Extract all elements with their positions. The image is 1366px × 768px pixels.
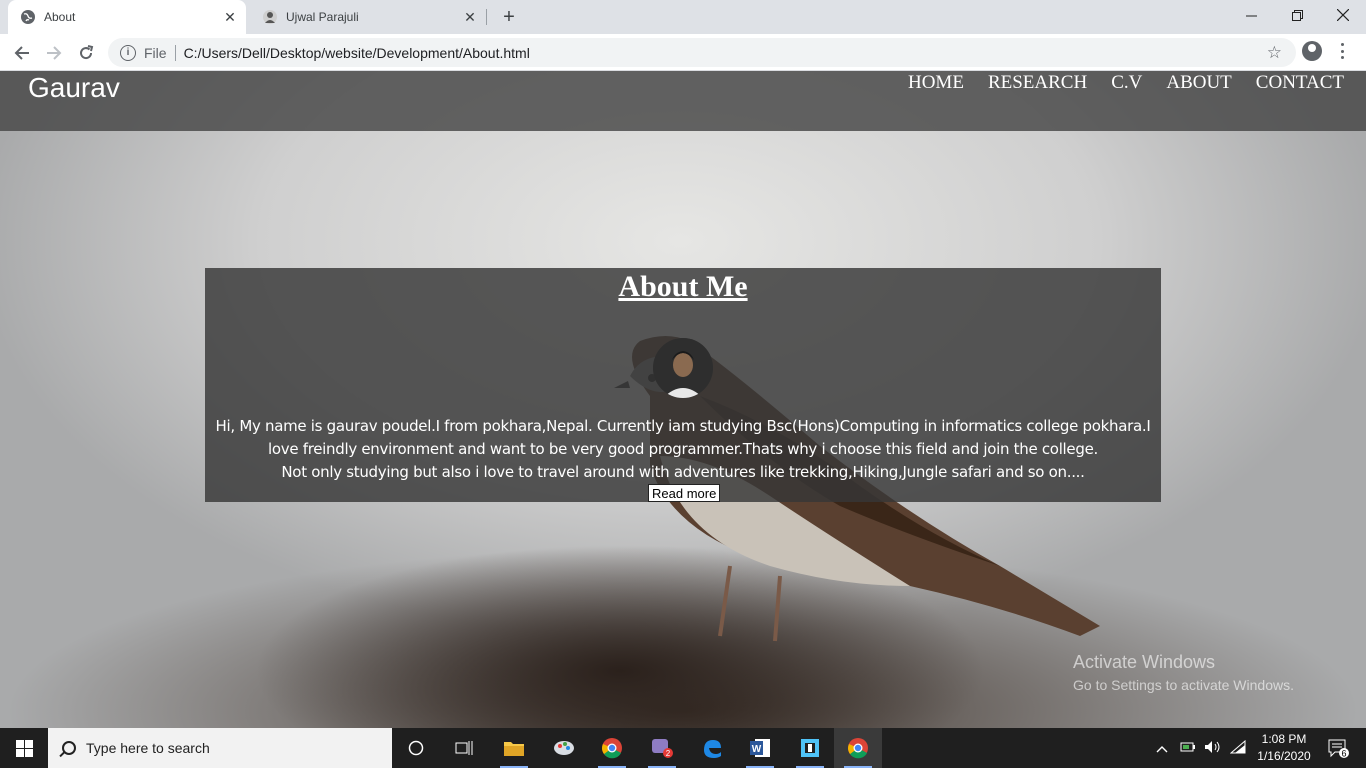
browser-toolbar: i File C:/Users/Dell/Desktop/website/Dev… bbox=[0, 34, 1366, 71]
site-nav: HOME RESEARCH C.V ABOUT CONTACT bbox=[896, 71, 1356, 95]
restore-button[interactable] bbox=[1274, 0, 1320, 30]
messenger-icon[interactable]: 2 bbox=[638, 728, 686, 768]
about-line: Hi, My name is gaurav poudel.I from pokh… bbox=[215, 417, 1151, 435]
nav-cv[interactable]: C.V bbox=[1099, 71, 1154, 95]
start-button[interactable] bbox=[0, 728, 48, 768]
nav-contact[interactable]: CONTACT bbox=[1244, 71, 1356, 95]
nav-home[interactable]: HOME bbox=[896, 71, 976, 95]
about-line: love freindly environment and want to be… bbox=[268, 440, 1098, 458]
close-icon[interactable]: ✕ bbox=[220, 7, 240, 27]
globe-icon bbox=[20, 9, 36, 25]
info-icon[interactable]: i bbox=[120, 44, 136, 61]
tab-title: Ujwal Parajuli bbox=[286, 10, 359, 24]
cortana-icon[interactable] bbox=[392, 728, 440, 768]
close-window-button[interactable] bbox=[1320, 0, 1366, 30]
clock-time: 1:08 PM bbox=[1261, 732, 1307, 746]
task-view-icon[interactable] bbox=[440, 728, 488, 768]
chrome-alt-icon[interactable] bbox=[588, 728, 636, 768]
about-line: Not only studying but also i love to tra… bbox=[281, 463, 1085, 481]
tab-strip: About ✕ Ujwal Parajuli ✕ + bbox=[0, 0, 1366, 34]
chrome-icon[interactable] bbox=[834, 728, 882, 768]
bookmark-star-icon[interactable]: ☆ bbox=[1267, 43, 1282, 63]
minimize-button[interactable] bbox=[1228, 0, 1274, 30]
about-title: About Me bbox=[618, 270, 748, 303]
profile-icon[interactable] bbox=[1302, 41, 1322, 61]
word-icon[interactable]: W bbox=[736, 728, 784, 768]
avatar bbox=[653, 338, 713, 398]
about-text: Hi, My name is gaurav poudel.I from pokh… bbox=[205, 415, 1161, 484]
scheme-label: File bbox=[144, 44, 167, 61]
activate-windows-watermark: Activate Windows Go to Settings to activ… bbox=[1073, 652, 1294, 693]
battery-icon[interactable] bbox=[1180, 741, 1196, 756]
reload-button[interactable] bbox=[74, 41, 98, 65]
volume-icon[interactable] bbox=[1204, 740, 1222, 757]
read-more-button[interactable]: Read more bbox=[648, 484, 721, 502]
tab-about[interactable]: About ✕ bbox=[8, 0, 246, 34]
nav-research[interactable]: RESEARCH bbox=[976, 71, 1099, 95]
back-button[interactable] bbox=[10, 41, 34, 65]
watermark-line: Go to Settings to activate Windows. bbox=[1073, 677, 1294, 693]
system-tray bbox=[1156, 728, 1246, 768]
tab-ujwal-parajuli[interactable]: Ujwal Parajuli ✕ bbox=[250, 0, 486, 34]
forward-button[interactable] bbox=[42, 41, 66, 65]
file-explorer-icon[interactable] bbox=[490, 728, 538, 768]
site-brand[interactable]: Gaurav bbox=[28, 71, 120, 105]
wifi-icon[interactable] bbox=[1229, 739, 1246, 757]
address-bar[interactable]: i File C:/Users/Dell/Desktop/website/Dev… bbox=[108, 38, 1296, 67]
mail-badge: 2 bbox=[666, 749, 671, 758]
page-viewport: Gaurav HOME RESEARCH C.V ABOUT CONTACT A… bbox=[0, 71, 1366, 728]
site-header: Gaurav HOME RESEARCH C.V ABOUT CONTACT bbox=[0, 71, 1366, 131]
close-icon[interactable]: ✕ bbox=[460, 7, 480, 27]
address-divider bbox=[174, 44, 176, 61]
tab-title: About bbox=[44, 10, 76, 24]
taskbar: Type here to search 2 W 1:08 PM 1/16/202… bbox=[0, 728, 1366, 768]
search-placeholder: Type here to search bbox=[86, 740, 210, 756]
nav-about[interactable]: ABOUT bbox=[1154, 71, 1243, 95]
vscode-icon[interactable] bbox=[786, 728, 834, 768]
edge-icon[interactable] bbox=[688, 728, 736, 768]
notification-count: 6 bbox=[1341, 749, 1346, 759]
watermark-line: Activate Windows bbox=[1073, 652, 1216, 672]
search-icon bbox=[62, 741, 76, 755]
new-tab-button[interactable]: + bbox=[498, 6, 520, 28]
windows-logo-icon bbox=[15, 739, 33, 757]
taskbar-search[interactable]: Type here to search bbox=[48, 728, 392, 768]
clock-date: 1/16/2020 bbox=[1257, 749, 1311, 763]
menu-icon[interactable] bbox=[1334, 40, 1350, 62]
chevron-up-icon[interactable] bbox=[1156, 741, 1168, 756]
paint-icon[interactable] bbox=[540, 728, 588, 768]
about-card: About Me Hi, My name is gaurav poudel.I … bbox=[205, 268, 1161, 502]
svg-text:W: W bbox=[752, 744, 762, 755]
notification-icon[interactable]: 6 bbox=[1318, 728, 1358, 768]
taskbar-clock[interactable]: 1:08 PM 1/16/2020 bbox=[1254, 731, 1314, 765]
tab-divider bbox=[486, 9, 487, 25]
url-text: C:/Users/Dell/Desktop/website/Developmen… bbox=[183, 44, 530, 61]
profile-favicon-icon bbox=[262, 9, 278, 25]
